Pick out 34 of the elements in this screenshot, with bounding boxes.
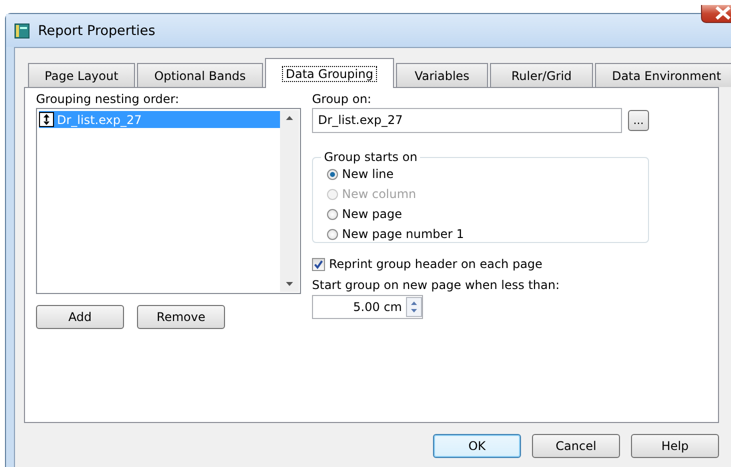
move-handle-icon[interactable] [39,112,54,127]
spin-field[interactable]: 5.00 cm [312,295,423,319]
scroll-down-icon[interactable] [286,282,293,286]
radio-button[interactable] [327,208,338,220]
scrollbar[interactable] [280,110,299,292]
radio-label: New page [342,207,402,221]
tab[interactable]: Optional Bands [137,63,263,87]
dialog-button[interactable]: Cancel [532,434,620,458]
tab[interactable]: Variables [396,63,488,87]
checkbox-label: Reprint group header on each page [329,257,542,271]
list-button[interactable]: Add [36,305,124,329]
checkbox[interactable] [312,258,325,270]
field-label: Start group on new page when less than: [312,277,561,293]
radio-label: New page number 1 [342,227,464,241]
tab[interactable]: Page Layout [28,63,135,87]
tab[interactable]: Data Environment [595,63,731,87]
field-label: Grouping nesting order: [36,91,180,107]
scroll-up-icon[interactable] [286,116,293,120]
group-title: Group starts on [323,150,418,164]
radio-label: New line [342,167,394,181]
field-label: Group on: [312,91,372,107]
spinner-arrows-icon[interactable] [406,297,422,317]
group-on-field[interactable]: Dr_list.exp_27 [312,108,622,133]
tab[interactable]: Ruler/Grid [490,63,593,87]
window-title: Report Properties [38,22,156,38]
radio-label: New column [342,187,416,201]
dialog-button[interactable]: Help [631,434,719,458]
tab[interactable]: Data Grouping [265,58,394,88]
radio-button[interactable] [327,168,338,180]
dialog-button[interactable]: OK [433,434,521,458]
list-button[interactable]: Remove [137,305,225,329]
radio-button[interactable] [327,228,338,240]
browse-button[interactable]: ... [628,110,649,131]
report-icon [14,22,30,38]
